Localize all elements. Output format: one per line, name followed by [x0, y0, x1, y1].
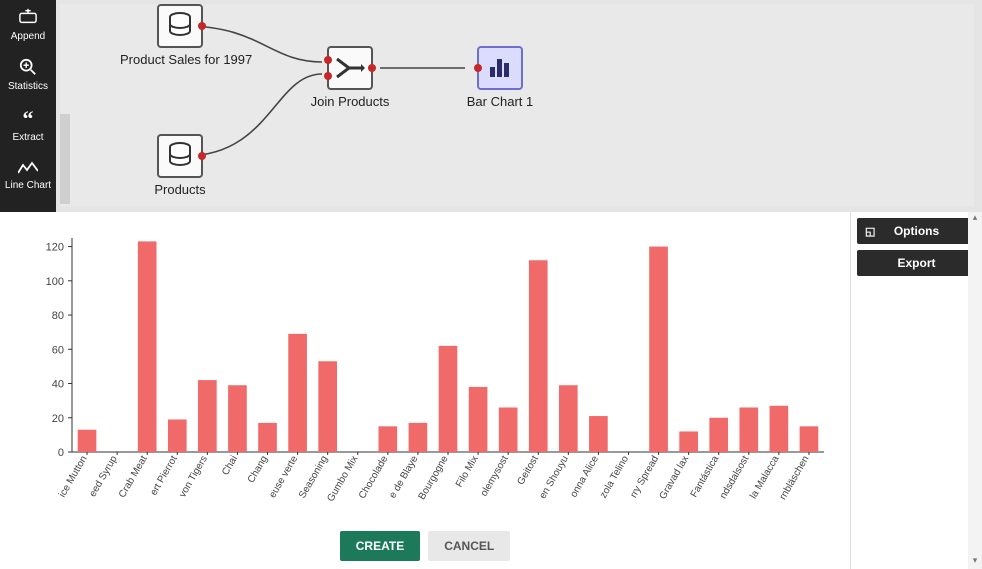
svg-text:60: 60 [52, 344, 64, 356]
append-icon [19, 8, 37, 29]
svg-text:80: 80 [52, 310, 64, 322]
node-label: Products [120, 182, 240, 197]
node-label: Bar Chart 1 [440, 94, 560, 109]
output-port[interactable] [198, 22, 206, 30]
svg-text:eed Syrup: eed Syrup [87, 454, 120, 499]
node-label: Join Products [290, 94, 410, 109]
options-label: Options [894, 224, 939, 238]
create-button[interactable]: CREATE [340, 531, 420, 561]
chart-preview-pane: 0 20 40 60 80 100 120 ice Muttoneed SyrupCrab M… [0, 212, 850, 569]
db-icon [157, 134, 203, 178]
footer-actions: CREATE CANCEL [0, 531, 850, 561]
bar-chart-icon [477, 46, 523, 90]
svg-text:e de Blaye: e de Blaye [387, 454, 420, 501]
node-join-products[interactable]: Join Products [290, 46, 410, 109]
svg-text:Bourgogne: Bourgogne [417, 454, 451, 502]
svg-text:ndsdalsost: ndsdalsost [718, 454, 752, 501]
input-port[interactable] [474, 64, 482, 72]
cancel-button[interactable]: CANCEL [428, 531, 510, 561]
svg-text:von Tigers: von Tigers [177, 454, 210, 499]
sidebar-item-label: Statistics [8, 81, 48, 92]
svg-text:en Shouyu: en Shouyu [537, 454, 570, 501]
scroll-up-icon[interactable]: ▴ [968, 212, 982, 226]
svg-text:ice Mutton: ice Mutton [57, 454, 90, 499]
sidebar-item-statistics[interactable]: Statistics [0, 50, 56, 100]
panel-scrollbar[interactable]: ▴ ▾ [968, 212, 982, 569]
sidebar-item-label: Append [11, 31, 45, 42]
scroll-down-icon[interactable]: ▾ [968, 555, 982, 569]
svg-text:Chai: Chai [220, 454, 240, 477]
sidebar-item-more[interactable] [0, 200, 56, 212]
node-bar-chart[interactable]: Bar Chart 1 [440, 46, 560, 109]
options-button[interactable]: ◱ Options [857, 218, 976, 244]
bar-chart: 0 20 40 60 80 100 120 ice Muttoneed SyrupCrab M… [30, 230, 840, 510]
join-icon [327, 46, 373, 90]
svg-text:Chang: Chang [246, 454, 270, 485]
workflow-canvas[interactable]: Product Sales for 1997 Products Join Pro… [60, 4, 974, 206]
output-port[interactable] [368, 64, 376, 72]
line-chart-icon [18, 160, 38, 178]
side-panel: ◱ Options Export ▴ ▾ [850, 212, 982, 569]
svg-text:rry Spread: rry Spread [628, 454, 661, 500]
export-button[interactable]: Export [857, 250, 976, 276]
svg-text:la Malacca: la Malacca [748, 454, 782, 501]
svg-text:Geitost: Geitost [515, 454, 540, 487]
svg-text:euse verte: euse verte [267, 454, 300, 500]
svg-text:0: 0 [58, 447, 64, 459]
sidebar-item-extract[interactable]: “ Extract [0, 100, 56, 150]
svg-text:40: 40 [52, 379, 64, 391]
input-port[interactable] [324, 72, 332, 80]
svg-text:Gumbo Mix: Gumbo Mix [325, 454, 360, 504]
svg-text:zola Telino: zola Telino [598, 454, 631, 501]
sidebar-item-line-chart[interactable]: Line Chart [0, 150, 56, 200]
zoom-icon [19, 58, 37, 79]
svg-text:Chocolade: Chocolade [357, 454, 391, 501]
svg-text:Fantástica: Fantástica [689, 454, 722, 500]
svg-text:Filo Mix: Filo Mix [454, 454, 481, 489]
input-port[interactable] [324, 56, 332, 64]
svg-text:20: 20 [52, 413, 64, 425]
sidebar-item-append[interactable]: Append [0, 0, 56, 50]
node-products[interactable]: Products [120, 134, 240, 197]
sidebar-item-label: Line Chart [5, 180, 51, 191]
svg-text:100: 100 [46, 276, 64, 288]
sidebar-item-label: Extract [12, 132, 43, 143]
tool-sidebar: Append Statistics “ Extract Line Chart [0, 0, 56, 212]
output-port[interactable] [198, 152, 206, 160]
svg-text:Gravad lax: Gravad lax [658, 454, 692, 501]
options-icon: ◱ [865, 225, 875, 238]
node-product-sales[interactable]: Product Sales for 1997 [120, 4, 240, 67]
svg-text:onna Alice: onna Alice [568, 454, 601, 500]
db-icon [157, 4, 203, 48]
export-label: Export [897, 256, 935, 270]
svg-text:ert Pierrot: ert Pierrot [148, 454, 180, 498]
svg-text:olemysost: olemysost [479, 454, 511, 499]
node-label: Product Sales for 1997 [120, 52, 240, 67]
svg-text:rnbläschen: rnbläschen [778, 454, 812, 502]
quote-icon: “ [23, 108, 34, 130]
svg-text:Crab Meat: Crab Meat [117, 454, 150, 500]
svg-text:120: 120 [46, 242, 64, 254]
svg-text:Seasoning: Seasoning [297, 454, 330, 500]
